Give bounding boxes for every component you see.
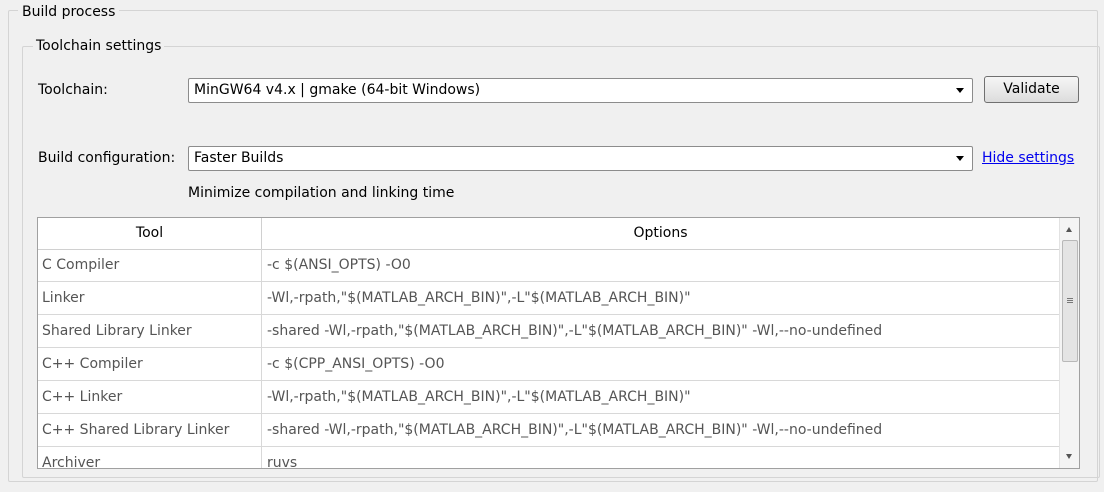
toolchain-dropdown-value: MinGW64 v4.x | gmake (64-bit Windows) (194, 82, 481, 98)
tool-cell[interactable]: Archiver (38, 447, 262, 468)
tool-cell[interactable]: Shared Library Linker (38, 315, 262, 347)
build-configuration-dropdown[interactable]: Faster Builds (188, 146, 973, 171)
tool-options-table: Tool Options C Compiler -c $(ANSI_OPTS) … (37, 217, 1080, 469)
chevron-down-icon (956, 156, 964, 161)
tool-cell[interactable]: C++ Compiler (38, 348, 262, 380)
tool-cell[interactable]: C++ Linker (38, 381, 262, 413)
scroll-up-arrow-icon[interactable] (1066, 227, 1072, 232)
build-configuration-dropdown-value: Faster Builds (194, 150, 284, 166)
table-row[interactable]: Linker -Wl,-rpath,"$(MATLAB_ARCH_BIN)",-… (38, 282, 1059, 315)
table-body: C Compiler -c $(ANSI_OPTS) -O0 Linker -W… (38, 249, 1059, 468)
table-row[interactable]: C++ Shared Library Linker -shared -Wl,-r… (38, 414, 1059, 447)
toolchain-dropdown[interactable]: MinGW64 v4.x | gmake (64-bit Windows) (188, 78, 973, 103)
table-row[interactable]: C++ Linker -Wl,-rpath,"$(MATLAB_ARCH_BIN… (38, 381, 1059, 414)
grip-line (1067, 300, 1073, 301)
scrollbar-thumb[interactable] (1062, 240, 1078, 362)
scroll-down-arrow-icon[interactable] (1066, 454, 1072, 459)
options-cell[interactable]: -c $(ANSI_OPTS) -O0 (262, 249, 1059, 281)
options-cell[interactable]: ruvs (262, 447, 1059, 468)
build-process-title: Build process (18, 4, 120, 20)
hide-settings-link[interactable]: Hide settings (982, 149, 1074, 167)
table-row[interactable]: C++ Compiler -c $(CPP_ANSI_OPTS) -O0 (38, 348, 1059, 381)
vertical-scrollbar[interactable] (1059, 218, 1079, 468)
toolchain-settings-title: Toolchain settings (33, 38, 165, 54)
grip-line (1067, 302, 1073, 303)
build-configuration-label: Build configuration: (38, 150, 176, 166)
table-row[interactable]: Archiver ruvs (38, 447, 1059, 468)
validate-button[interactable]: Validate (984, 76, 1079, 103)
options-cell[interactable]: -Wl,-rpath,"$(MATLAB_ARCH_BIN)",-L"$(MAT… (262, 282, 1059, 314)
grip-line (1067, 298, 1073, 299)
table-header: Tool Options (38, 218, 1059, 250)
table-row[interactable]: C Compiler -c $(ANSI_OPTS) -O0 (38, 249, 1059, 282)
options-cell[interactable]: -shared -Wl,-rpath,"$(MATLAB_ARCH_BIN)",… (262, 315, 1059, 347)
column-header-options[interactable]: Options (262, 218, 1059, 249)
options-cell[interactable]: -c $(CPP_ANSI_OPTS) -O0 (262, 348, 1059, 380)
tool-cell[interactable]: C Compiler (38, 249, 262, 281)
column-header-tool[interactable]: Tool (38, 218, 262, 249)
tool-cell[interactable]: Linker (38, 282, 262, 314)
build-configuration-description: Minimize compilation and linking time (188, 185, 455, 201)
toolchain-label: Toolchain: (38, 82, 108, 98)
options-cell[interactable]: -Wl,-rpath,"$(MATLAB_ARCH_BIN)",-L"$(MAT… (262, 381, 1059, 413)
table-row[interactable]: Shared Library Linker -shared -Wl,-rpath… (38, 315, 1059, 348)
chevron-down-icon (956, 88, 964, 93)
tool-cell[interactable]: C++ Shared Library Linker (38, 414, 262, 446)
options-cell[interactable]: -shared -Wl,-rpath,"$(MATLAB_ARCH_BIN)",… (262, 414, 1059, 446)
